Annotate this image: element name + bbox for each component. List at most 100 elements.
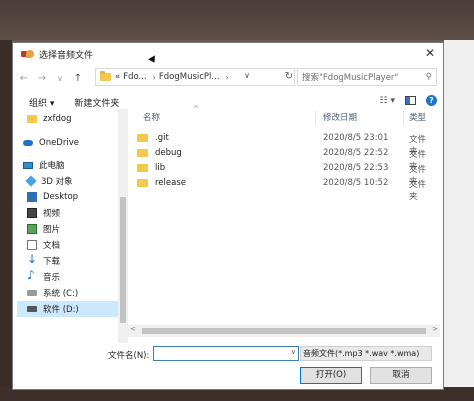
scroll-right-icon[interactable]: >: [432, 325, 438, 333]
nav-item-3d-objects[interactable]: 3D 对象: [25, 173, 128, 189]
nav-item-label: 此电脑: [39, 161, 65, 171]
column-header-date[interactable]: 修改日期: [323, 111, 357, 123]
open-button[interactable]: 打开(O): [300, 367, 362, 384]
music-icon: [27, 268, 37, 282]
search-icon: ⚲: [425, 72, 432, 82]
nav-item-zxfdog[interactable]: zxfdog: [27, 111, 128, 127]
search-input[interactable]: 搜索"FdogMusicPlayer" ⚲: [297, 68, 437, 86]
recent-locations-dropdown-icon[interactable]: ∨: [53, 74, 67, 83]
nav-item-label: 视频: [43, 209, 61, 219]
nav-item-label: 文档: [43, 241, 61, 251]
pictures-icon: [27, 224, 37, 234]
nav-item-pictures[interactable]: 图片: [27, 221, 128, 237]
breadcrumb-item[interactable]: Fdo...: [123, 72, 146, 82]
new-folder-button[interactable]: 新建文件夹: [74, 96, 119, 109]
breadcrumb-item[interactable]: FdogMusicPl...: [159, 72, 220, 82]
column-header-name[interactable]: 名称: [143, 111, 160, 123]
column-separator[interactable]: [403, 111, 404, 125]
folder-icon: [137, 134, 148, 142]
navigation-bar: ← → ∨ ↑ « Fdo... › FdogMusicPl... › ∨ ↻ …: [13, 67, 443, 89]
chevron-down-icon[interactable]: ∨: [291, 348, 296, 356]
3d-objects-icon: [25, 175, 37, 187]
nav-item-label: 音乐: [43, 273, 61, 283]
background-right: [444, 40, 474, 401]
navigation-pane: zxfdog OneDrive 此电脑 3D 对象 Desktop 视频 图片: [13, 109, 128, 343]
breadcrumb-separator[interactable]: ›: [153, 73, 156, 82]
nav-item-drive-d[interactable]: 软件 (D:): [17, 301, 122, 317]
file-name: debug: [155, 148, 182, 158]
file-date: 2020/8/5 23:01: [323, 133, 389, 143]
address-dropdown-icon[interactable]: ∨: [244, 71, 250, 80]
file-list: 名称 ^ 修改日期 类型 .git 2020/8/5 23:01 文件夹 deb…: [137, 105, 439, 343]
folder-icon: [137, 179, 148, 187]
back-icon[interactable]: ←: [17, 73, 31, 84]
cancel-button[interactable]: 取消: [370, 367, 432, 384]
address-bar[interactable]: « Fdo... › FdogMusicPl... › ∨ ↻: [95, 68, 295, 86]
nav-item-desktop[interactable]: Desktop: [27, 189, 128, 205]
nav-item-label: 下载: [43, 257, 61, 267]
horizontal-scrollbar[interactable]: < >: [128, 325, 440, 337]
sort-indicator-icon: ^: [193, 105, 199, 113]
breadcrumb-overflow[interactable]: «: [115, 72, 120, 82]
folder-icon: [137, 164, 148, 172]
breadcrumb-separator[interactable]: ›: [226, 73, 229, 82]
nav-item-label: zxfdog: [43, 114, 72, 124]
documents-icon: [27, 240, 37, 250]
preview-pane-icon[interactable]: [405, 96, 416, 105]
organize-button[interactable]: 组织 ▾: [29, 96, 54, 109]
file-name: release: [155, 178, 186, 188]
nav-item-documents[interactable]: 文档: [27, 237, 128, 253]
help-icon[interactable]: ?: [426, 95, 437, 106]
nav-item-label: 3D 对象: [41, 177, 73, 187]
file-date: 2020/8/5 10:52: [323, 178, 389, 188]
computer-icon: [23, 161, 33, 169]
up-icon[interactable]: ↑: [71, 73, 85, 84]
forward-icon[interactable]: →: [35, 73, 49, 84]
nav-item-this-pc[interactable]: 此电脑: [23, 157, 128, 173]
file-date: 2020/8/5 22:53: [323, 163, 389, 173]
background-left: [0, 40, 12, 401]
file-type-select[interactable]: 音频文件(*.mp3 *.wav *.wma): [300, 346, 432, 361]
nav-item-label: 图片: [43, 225, 61, 235]
file-name: lib: [155, 163, 166, 173]
background-top: [0, 0, 474, 40]
search-placeholder: 搜索"FdogMusicPlayer": [302, 73, 399, 83]
file-date: 2020/8/5 22:52: [323, 148, 389, 158]
nav-item-label: 软件 (D:): [43, 305, 79, 315]
scrollbar-thumb[interactable]: [120, 197, 126, 323]
refresh-icon[interactable]: ↻: [282, 68, 296, 86]
nav-item-label: Desktop: [43, 192, 79, 202]
view-options-icon[interactable]: ☷ ▾: [380, 96, 395, 106]
drive-icon: [27, 306, 37, 312]
file-open-dialog: 选择音频文件 ✕ ← → ∨ ↑ « Fdo... › FdogMusicPl.…: [12, 42, 444, 390]
close-icon[interactable]: ✕: [425, 46, 435, 60]
file-row[interactable]: lib 2020/8/5 22:53 文件夹: [127, 161, 427, 187]
filename-label: 文件名(N):: [108, 351, 150, 361]
app-icon: [21, 49, 35, 59]
cloud-icon: [23, 140, 33, 146]
nav-item-music[interactable]: 音乐: [27, 268, 128, 285]
scrollbar-thumb[interactable]: [142, 328, 426, 334]
filename-row: 文件名(N): ∨ 音频文件(*.mp3 *.wav *.wma): [13, 345, 443, 365]
file-row[interactable]: .git 2020/8/5 23:01 文件夹: [127, 131, 427, 157]
nav-item-onedrive[interactable]: OneDrive: [23, 135, 128, 151]
nav-item-videos[interactable]: 视频: [27, 205, 128, 221]
video-icon: [27, 208, 37, 218]
column-header-type[interactable]: 类型: [409, 111, 426, 123]
desktop-icon: [27, 192, 37, 202]
file-row[interactable]: debug 2020/8/5 22:52 文件夹: [127, 146, 427, 172]
column-separator[interactable]: [315, 111, 316, 125]
filename-input[interactable]: ∨: [153, 346, 299, 361]
scroll-left-icon[interactable]: <: [130, 325, 136, 333]
folder-icon: [27, 115, 37, 123]
file-row[interactable]: release 2020/8/5 10:52 文件夹: [127, 176, 427, 202]
nav-item-label: 系统 (C:): [43, 289, 79, 299]
nav-item-downloads[interactable]: 下载: [27, 252, 128, 269]
drive-icon: [27, 290, 37, 296]
nav-item-drive-c[interactable]: 系统 (C:): [27, 285, 128, 301]
title-bar: 选择音频文件 ✕: [13, 43, 443, 65]
downloads-icon: [27, 252, 37, 266]
dialog-title: 选择音频文件: [39, 50, 94, 61]
folder-icon: [100, 71, 111, 81]
file-name: .git: [155, 133, 169, 143]
